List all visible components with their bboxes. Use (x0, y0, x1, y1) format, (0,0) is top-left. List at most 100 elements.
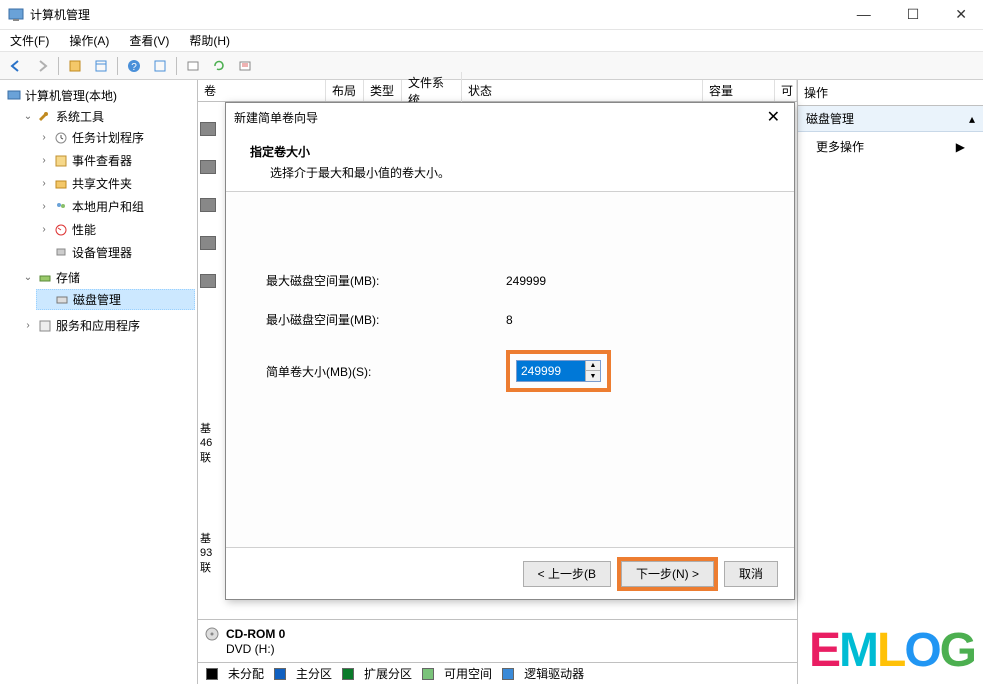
tree-label: 服务和应用程序 (56, 317, 140, 334)
actions-group[interactable]: 磁盘管理 ▴ (798, 106, 983, 132)
toolbar-icon-4[interactable] (181, 55, 205, 77)
new-simple-volume-wizard: 新建简单卷向导 ✕ 指定卷大小 选择介于最大和最小值的卷大小。 最大磁盘空间量(… (225, 102, 795, 600)
expand-icon[interactable]: › (38, 201, 50, 212)
col-type[interactable]: 类型 (364, 80, 402, 101)
tree-root[interactable]: 计算机管理(本地) (4, 86, 195, 105)
min-space-value: 8 (506, 313, 513, 327)
actions-more-label: 更多操作 (816, 138, 864, 155)
col-status[interactable]: 状态 (462, 80, 703, 101)
refresh-icon[interactable] (207, 55, 231, 77)
volume-size-spinner: ▲ ▼ (516, 360, 601, 382)
expand-icon[interactable]: › (38, 178, 50, 189)
expand-icon[interactable]: › (38, 224, 50, 235)
toolbar: ? (0, 52, 983, 80)
col-layout[interactable]: 布局 (326, 80, 364, 101)
cdrom-sublabel: DVD (H:) (226, 642, 791, 656)
menubar: 文件(F) 操作(A) 查看(V) 帮助(H) (0, 30, 983, 52)
volume-size-highlight: ▲ ▼ (506, 350, 611, 392)
toolbar-icon-2[interactable] (89, 55, 113, 77)
col-capacity[interactable]: 容量 (703, 80, 775, 101)
back-button[interactable] (4, 55, 28, 77)
tree-local-users[interactable]: › 本地用户和组 (36, 197, 195, 216)
tree-label: 本地用户和组 (72, 198, 144, 215)
legend-swatch-extended (342, 668, 354, 680)
collapse-icon[interactable]: ⌄ (22, 272, 34, 283)
tree-shared-folders[interactable]: › 共享文件夹 (36, 174, 195, 193)
tree-label: 共享文件夹 (72, 175, 132, 192)
next-button[interactable]: 下一步(N) > (621, 561, 714, 587)
tree-label: 磁盘管理 (73, 291, 121, 308)
actions-pane: 操作 磁盘管理 ▴ 更多操作 ▶ (798, 80, 983, 684)
col-volume[interactable]: 卷 (198, 80, 326, 101)
back-button[interactable]: < 上一步(B (523, 561, 611, 587)
svg-text:?: ? (131, 62, 137, 73)
tree-label: 设备管理器 (72, 244, 132, 261)
tree-performance[interactable]: › 性能 (36, 220, 195, 239)
menu-view[interactable]: 查看(V) (125, 30, 173, 51)
wizard-title-text: 新建简单卷向导 (234, 109, 761, 126)
menu-help[interactable]: 帮助(H) (185, 30, 234, 51)
volume-size-input[interactable] (517, 361, 585, 381)
menu-file[interactable]: 文件(F) (6, 30, 53, 51)
expand-icon[interactable]: › (38, 132, 50, 143)
menu-action[interactable]: 操作(A) (65, 30, 113, 51)
actions-more[interactable]: 更多操作 ▶ (798, 132, 983, 161)
cdrom-label: CD-ROM 0 (226, 627, 285, 641)
volume-row-icon (200, 236, 216, 250)
tree-task-scheduler[interactable]: › 任务计划程序 (36, 128, 195, 147)
tree-label: 事件查看器 (72, 152, 132, 169)
col-free[interactable]: 可 (775, 80, 797, 101)
users-icon (53, 199, 69, 215)
min-space-label: 最小磁盘空间量(MB): (266, 311, 506, 328)
tree-label: 任务计划程序 (72, 129, 144, 146)
expand-icon[interactable]: › (38, 155, 50, 166)
tree-system-tools[interactable]: ⌄ 系统工具 (20, 107, 195, 126)
legend: 未分配 主分区 扩展分区 可用空间 逻辑驱动器 (198, 662, 797, 684)
tree-label: 系统工具 (56, 108, 104, 125)
disk-icon (54, 292, 70, 308)
event-icon (53, 153, 69, 169)
expand-icon[interactable]: › (22, 320, 34, 331)
wizard-footer: < 上一步(B 下一步(N) > 取消 (226, 547, 794, 599)
shared-folder-icon (53, 176, 69, 192)
toolbar-icon-5[interactable] (233, 55, 257, 77)
storage-icon (37, 270, 53, 286)
volume-row-icon (200, 274, 216, 288)
forward-button[interactable] (30, 55, 54, 77)
window-titlebar: 计算机管理 — ☐ ✕ (0, 0, 983, 30)
cdrom-icon (204, 626, 220, 642)
tree-storage[interactable]: ⌄ 存储 (20, 268, 195, 287)
legend-swatch-logical (502, 668, 514, 680)
tree-label: 性能 (72, 221, 96, 238)
toolbar-icon-1[interactable] (63, 55, 87, 77)
maximize-button[interactable]: ☐ (899, 2, 928, 27)
volume-list-header: 卷 布局 类型 文件系统 状态 容量 可 (198, 80, 797, 102)
wrench-icon (37, 109, 53, 125)
spinner-down-button[interactable]: ▼ (586, 371, 600, 381)
legend-swatch-unallocated (206, 668, 218, 680)
toolbar-icon-3[interactable] (148, 55, 172, 77)
toolbar-separator (176, 57, 177, 75)
tree-services-apps[interactable]: › 服务和应用程序 (20, 316, 195, 335)
wizard-header: 指定卷大小 选择介于最大和最小值的卷大小。 (226, 131, 794, 192)
legend-swatch-primary (274, 668, 286, 680)
chevron-right-icon: ▶ (956, 140, 965, 154)
minimize-button[interactable]: — (849, 2, 879, 27)
collapse-icon[interactable]: ⌄ (22, 111, 34, 122)
computer-icon (6, 88, 22, 104)
max-space-label: 最大磁盘空间量(MB): (266, 272, 506, 289)
wizard-subheading: 选择介于最大和最小值的卷大小。 (250, 164, 770, 181)
wizard-body: 最大磁盘空间量(MB): 249999 最小磁盘空间量(MB): 8 简单卷大小… (226, 192, 794, 547)
tree-disk-management[interactable]: 磁盘管理 (36, 289, 195, 310)
close-button[interactable]: ✕ (947, 2, 975, 27)
window-title: 计算机管理 (30, 6, 849, 23)
wizard-close-button[interactable]: ✕ (761, 107, 786, 127)
spinner-up-button[interactable]: ▲ (586, 361, 600, 371)
tree-device-manager[interactable]: 设备管理器 (36, 243, 195, 262)
volume-size-label: 简单卷大小(MB)(S): (266, 363, 506, 380)
services-icon (37, 318, 53, 334)
cancel-button[interactable]: 取消 (724, 561, 778, 587)
actions-header: 操作 (798, 80, 983, 106)
help-icon[interactable]: ? (122, 55, 146, 77)
tree-event-viewer[interactable]: › 事件查看器 (36, 151, 195, 170)
